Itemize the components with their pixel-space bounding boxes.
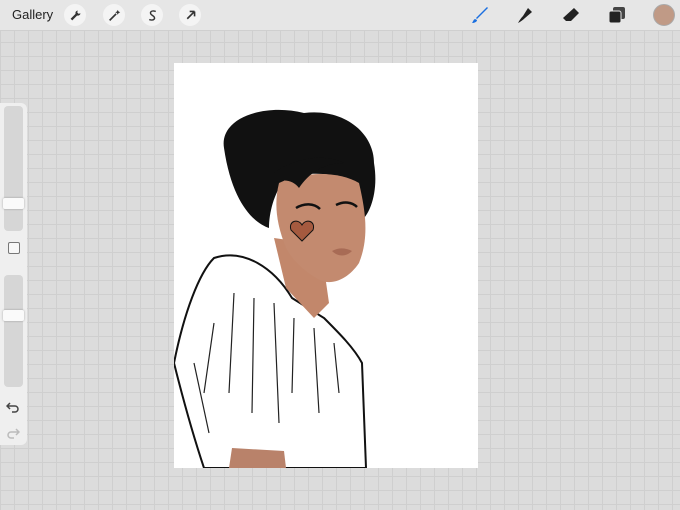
layers-icon[interactable] — [606, 4, 628, 26]
transform-arrow-icon[interactable] — [179, 4, 201, 26]
magic-wand-icon[interactable] — [103, 4, 125, 26]
opacity-slider[interactable] — [4, 275, 23, 387]
brush-icon[interactable] — [469, 4, 491, 26]
opacity-handle[interactable] — [3, 310, 24, 321]
left-sidebar — [0, 103, 27, 445]
brush-size-handle[interactable] — [3, 198, 24, 209]
wrench-icon[interactable] — [64, 4, 86, 26]
top-toolbar: Gallery — [0, 0, 680, 31]
gallery-button[interactable]: Gallery — [12, 7, 53, 22]
drawing-canvas[interactable] — [174, 63, 478, 468]
modify-button[interactable] — [8, 242, 20, 254]
selection-icon[interactable] — [141, 4, 163, 26]
eraser-icon[interactable] — [560, 4, 582, 26]
undo-icon[interactable] — [6, 399, 20, 413]
brush-size-slider[interactable] — [4, 106, 23, 231]
artwork-illustration — [174, 109, 376, 468]
smudge-icon[interactable] — [514, 4, 536, 26]
redo-icon[interactable] — [6, 425, 20, 439]
color-picker-swatch[interactable] — [653, 4, 675, 26]
